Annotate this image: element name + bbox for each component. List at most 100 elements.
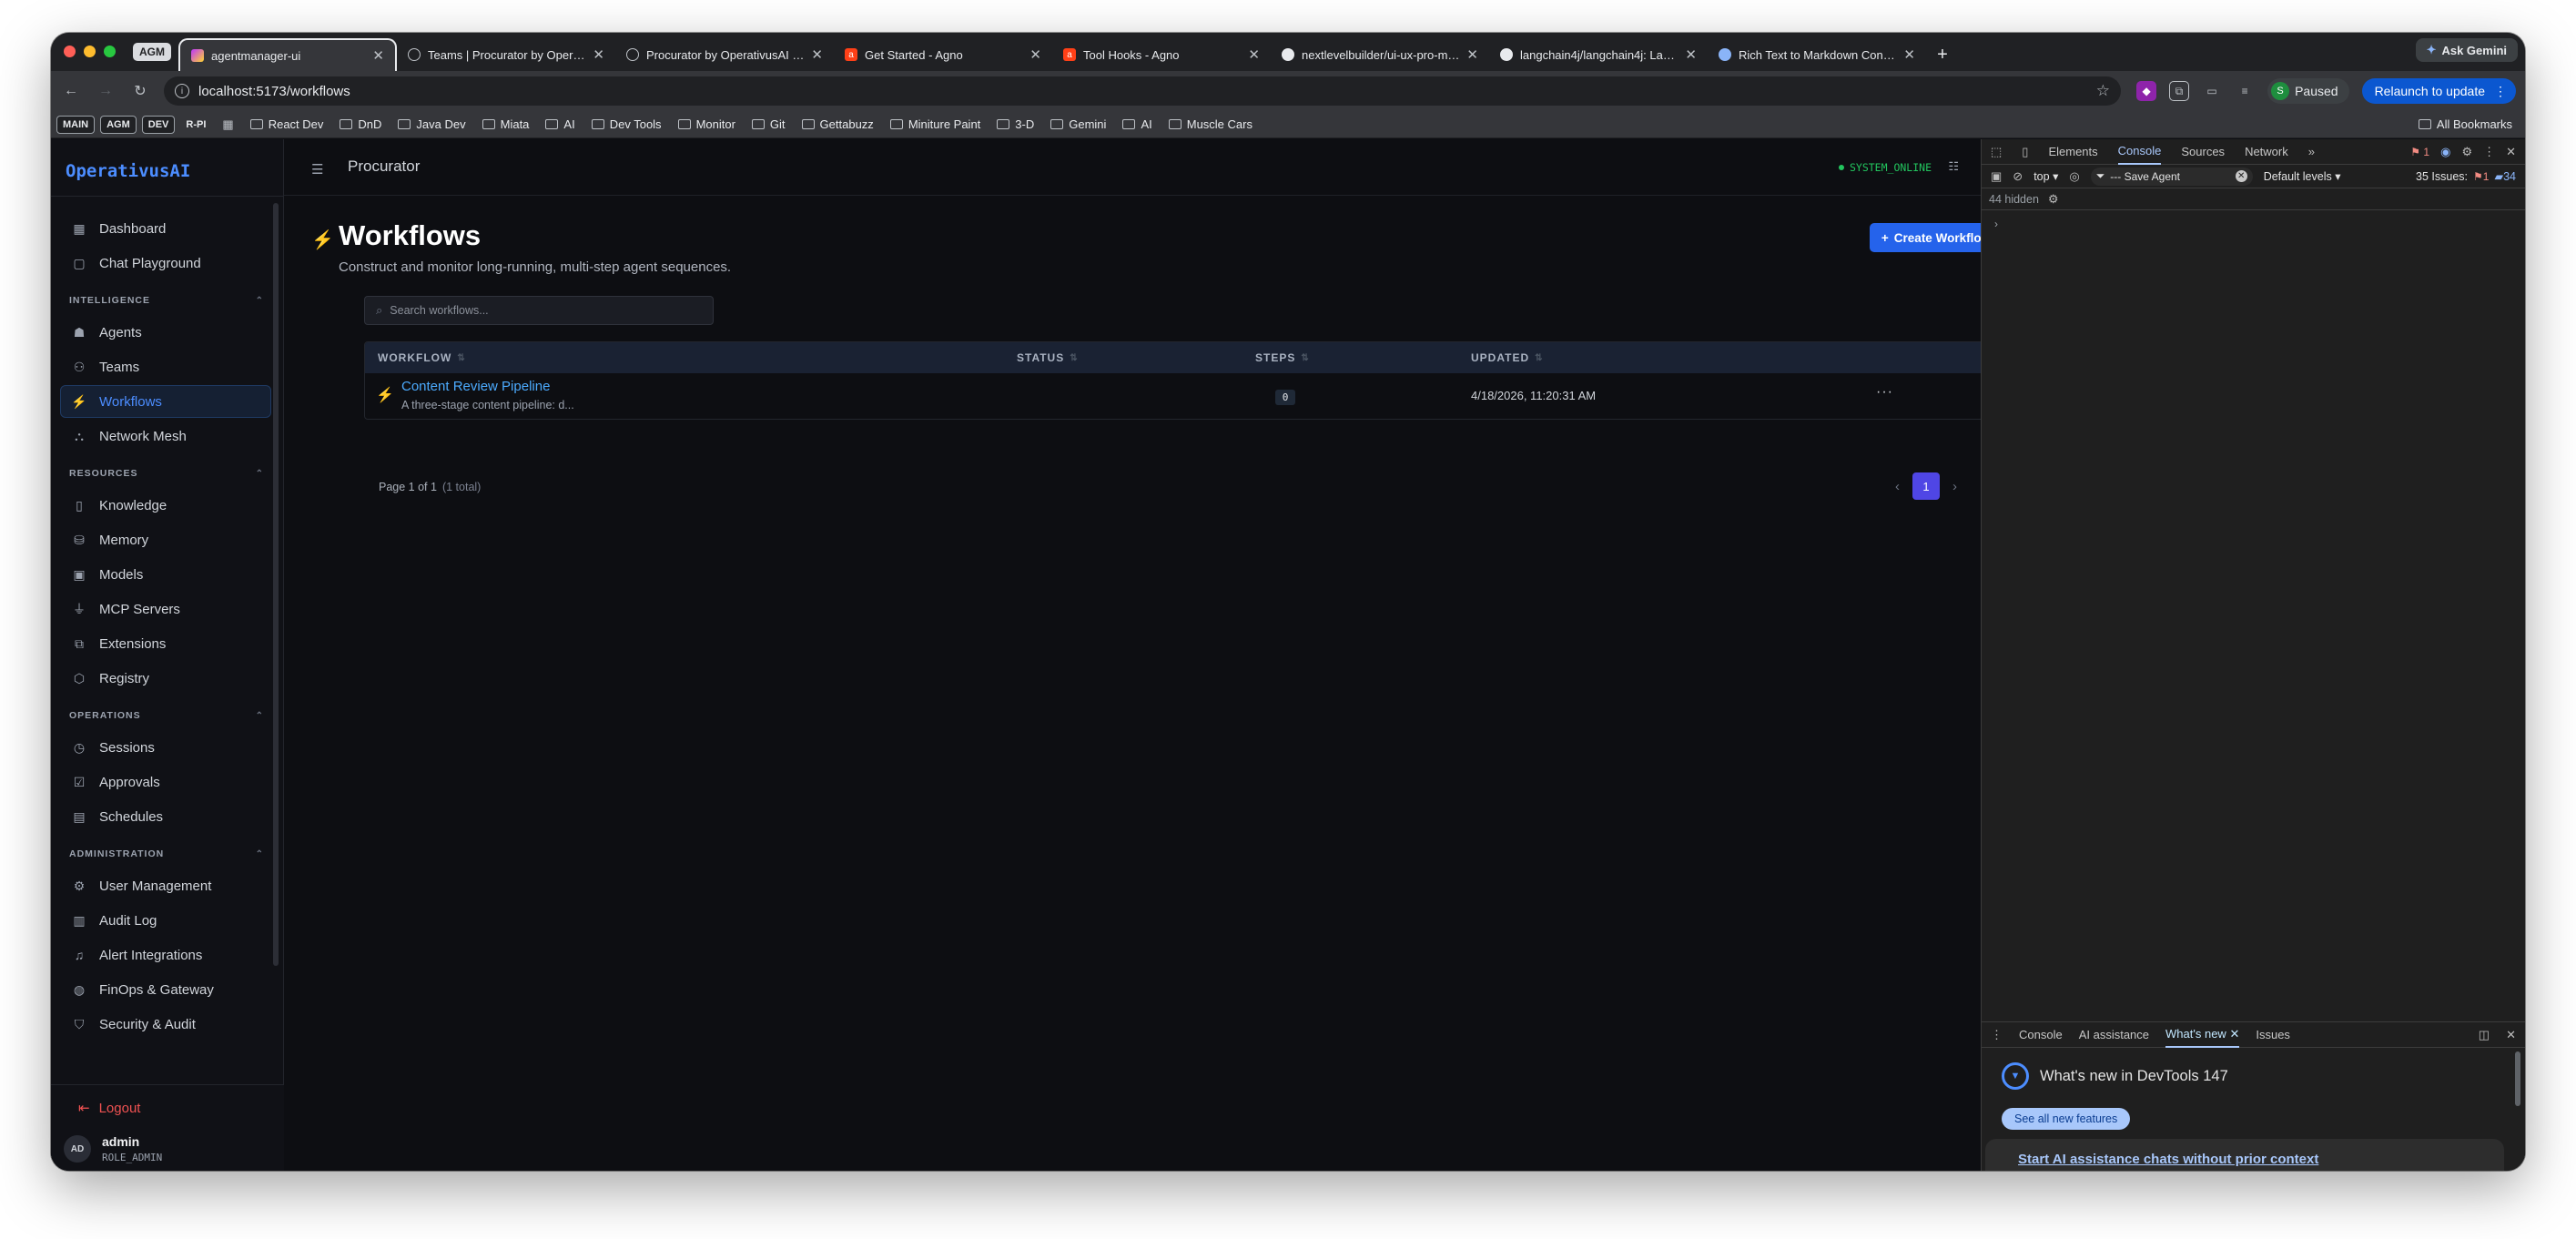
sidebar-item-memory[interactable]: ⛁ Memory: [60, 523, 271, 556]
user-profile[interactable]: AD admin ROLE_ADMIN: [64, 1134, 162, 1163]
table-row[interactable]: ⚡ Content Review Pipeline A three-stage …: [365, 373, 2000, 419]
relaunch-button[interactable]: Relaunch to update ⋮: [2361, 78, 2516, 104]
browser-tab[interactable]: nextlevelbuilder/ui-ux-pro-m… ✕: [1271, 38, 1489, 71]
bookmark-folder[interactable]: Dev Tools: [586, 117, 667, 131]
section-operations[interactable]: OPERATIONS ⌃: [56, 702, 275, 729]
menu-icon[interactable]: ☰: [311, 161, 323, 178]
bookmark-folder[interactable]: AI: [540, 117, 580, 131]
error-count-badge[interactable]: ⚑ 1: [2410, 146, 2429, 158]
zoom-window-button[interactable]: [104, 46, 116, 57]
close-icon[interactable]: ✕: [372, 47, 384, 64]
issues-counter[interactable]: 35 Issues: ⚑1 ▰34: [2416, 169, 2516, 184]
bookmark-chip[interactable]: MAIN: [56, 115, 96, 134]
bookmark-folder[interactable]: React Dev: [245, 117, 330, 131]
browser-tab[interactable]: Procurator by OperativusAI |… ✕: [615, 38, 834, 71]
gear-icon[interactable]: ⚙: [2048, 192, 2059, 207]
all-bookmarks[interactable]: All Bookmarks: [2418, 117, 2520, 131]
browser-tab[interactable]: a Tool Hooks - Agno ✕: [1052, 38, 1271, 71]
bookmark-folder[interactable]: Java Dev: [392, 117, 471, 131]
device-toolbar-icon[interactable]: ▯: [2022, 145, 2028, 159]
bookmark-folder[interactable]: Miniture Paint: [885, 117, 986, 131]
drawer-tab-issues[interactable]: Issues: [2256, 1022, 2290, 1048]
gear-icon[interactable]: ⚙: [2461, 145, 2472, 159]
bookmark-chip[interactable]: R-PI: [180, 116, 211, 134]
sidebar-toggle-icon[interactable]: ▣: [1991, 169, 2002, 184]
browser-tab[interactable]: Teams | Procurator by Operati… ✕: [397, 38, 615, 71]
minimize-window-button[interactable]: [84, 46, 96, 57]
panel-toggle-icon[interactable]: ☷: [1948, 159, 1959, 174]
sidebar-item-dashboard[interactable]: ▦ Dashboard: [60, 212, 271, 245]
sidebar-item-models[interactable]: ▣ Models: [60, 558, 271, 591]
site-info-icon[interactable]: i: [175, 84, 189, 98]
close-icon[interactable]: ✕: [2506, 1028, 2516, 1042]
tab-sources[interactable]: Sources: [2181, 139, 2225, 165]
sidebar-item-chat-playground[interactable]: ▢ Chat Playground: [60, 247, 271, 279]
close-icon[interactable]: ✕: [593, 46, 604, 63]
bookmark-folder[interactable]: DnD: [334, 117, 387, 131]
bookmark-folder[interactable]: AI: [1117, 117, 1157, 131]
sidebar-item-schedules[interactable]: ▤ Schedules: [60, 800, 271, 833]
ask-gemini-button[interactable]: ✦ Ask Gemini: [2415, 38, 2518, 62]
apps-grid-icon[interactable]: ▦: [217, 117, 238, 132]
close-icon[interactable]: ✕: [1685, 46, 1697, 63]
clear-console-icon[interactable]: ⊘: [2013, 169, 2023, 184]
chevron-left-icon[interactable]: ‹: [1895, 479, 1900, 494]
profile-button[interactable]: S Paused: [2267, 78, 2349, 104]
sidebar-item-finops-gateway[interactable]: ◍ FinOps & Gateway: [60, 973, 271, 1006]
eye-icon[interactable]: ◎: [2069, 169, 2079, 184]
extension-icon[interactable]: ◆: [2136, 81, 2157, 101]
sidebar-item-user-management[interactable]: ⚙ User Management: [60, 869, 271, 902]
section-intelligence[interactable]: INTELLIGENCE ⌃: [56, 287, 275, 314]
url-text[interactable]: localhost:5173/workflows: [198, 84, 350, 99]
extensions-puzzle-icon[interactable]: ⧉: [2169, 81, 2190, 101]
levels-select[interactable]: Default levels ▾: [2264, 169, 2341, 183]
browser-tab[interactable]: langchain4j/langchain4j: Lang… ✕: [1489, 38, 1708, 71]
close-icon[interactable]: ✕: [1466, 46, 1478, 63]
column-header-steps[interactable]: STEPS ⇅: [1255, 351, 1310, 364]
workflow-name-link[interactable]: Content Review Pipeline: [401, 379, 550, 394]
section-resources[interactable]: RESOURCES ⌃: [56, 460, 275, 487]
tab-elements[interactable]: Elements: [2048, 139, 2097, 165]
section-administration[interactable]: ADMINISTRATION ⌃: [56, 840, 275, 868]
see-all-features-button[interactable]: See all new features: [2002, 1108, 2131, 1130]
bookmark-folder[interactable]: Monitor: [673, 117, 741, 131]
browser-tab[interactable]: agentmanager-ui ✕: [178, 38, 397, 71]
inspect-icon[interactable]: ⬚: [1991, 145, 2002, 159]
sidebar-item-sessions[interactable]: ◷ Sessions: [60, 731, 271, 764]
bookmark-folder[interactable]: Gettabuzz: [796, 117, 879, 131]
sidebar-item-extensions[interactable]: ⧉ Extensions: [60, 627, 271, 660]
sidebar-item-knowledge[interactable]: ▯ Knowledge: [60, 489, 271, 522]
search-input[interactable]: ⌕ Search workflows...: [364, 296, 714, 325]
more-tabs-icon[interactable]: »: [2308, 145, 2315, 158]
bookmark-folder[interactable]: 3-D: [991, 117, 1040, 131]
close-icon[interactable]: ✕: [1903, 46, 1915, 63]
sidebar-item-alert-integrations[interactable]: ♫ Alert Integrations: [60, 939, 271, 971]
column-header-workflow[interactable]: WORKFLOW ⇅: [378, 351, 466, 364]
context-select[interactable]: top ▾: [2033, 169, 2058, 183]
feature-link[interactable]: Start AI assistance chats without prior …: [2018, 1152, 2318, 1167]
console-filter-input[interactable]: ⏷ --- Save Agent ✕: [2090, 167, 2253, 186]
close-window-button[interactable]: [64, 46, 76, 57]
drawer-scrollbar[interactable]: [2515, 1051, 2520, 1106]
tab-group-chip[interactable]: AGM: [133, 43, 171, 61]
bookmark-folder[interactable]: Gemini: [1045, 117, 1111, 131]
close-icon[interactable]: ✕: [811, 46, 823, 63]
drawer-tab-console[interactable]: Console: [2019, 1022, 2063, 1048]
close-icon[interactable]: ✕: [1248, 46, 1260, 63]
bookmark-chip[interactable]: AGM: [100, 115, 137, 134]
reading-list-icon[interactable]: ≡: [2235, 81, 2255, 101]
sidebar-item-network-mesh[interactable]: ⛬ Network Mesh: [60, 420, 271, 452]
column-header-status[interactable]: STATUS ⇅: [1017, 351, 1079, 364]
sidebar-item-registry[interactable]: ⬡ Registry: [60, 662, 271, 695]
bookmark-folder[interactable]: Muscle Cars: [1163, 117, 1258, 131]
brand-logo[interactable]: OperativusAI: [66, 161, 190, 181]
close-icon[interactable]: ✕: [2506, 145, 2516, 159]
back-icon[interactable]: ←: [60, 80, 82, 102]
sidebar-item-security-audit[interactable]: ⛉ Security & Audit: [60, 1008, 271, 1041]
forward-icon[interactable]: →: [95, 80, 117, 102]
sidebar-item-agents[interactable]: ☗ Agents: [60, 316, 271, 349]
bookmark-folder[interactable]: Miata: [477, 117, 535, 131]
chevron-right-icon[interactable]: ›: [1952, 479, 1957, 494]
address-bar[interactable]: i localhost:5173/workflows ☆: [164, 76, 2121, 106]
logout-button[interactable]: ⇤ Logout: [78, 1100, 140, 1117]
